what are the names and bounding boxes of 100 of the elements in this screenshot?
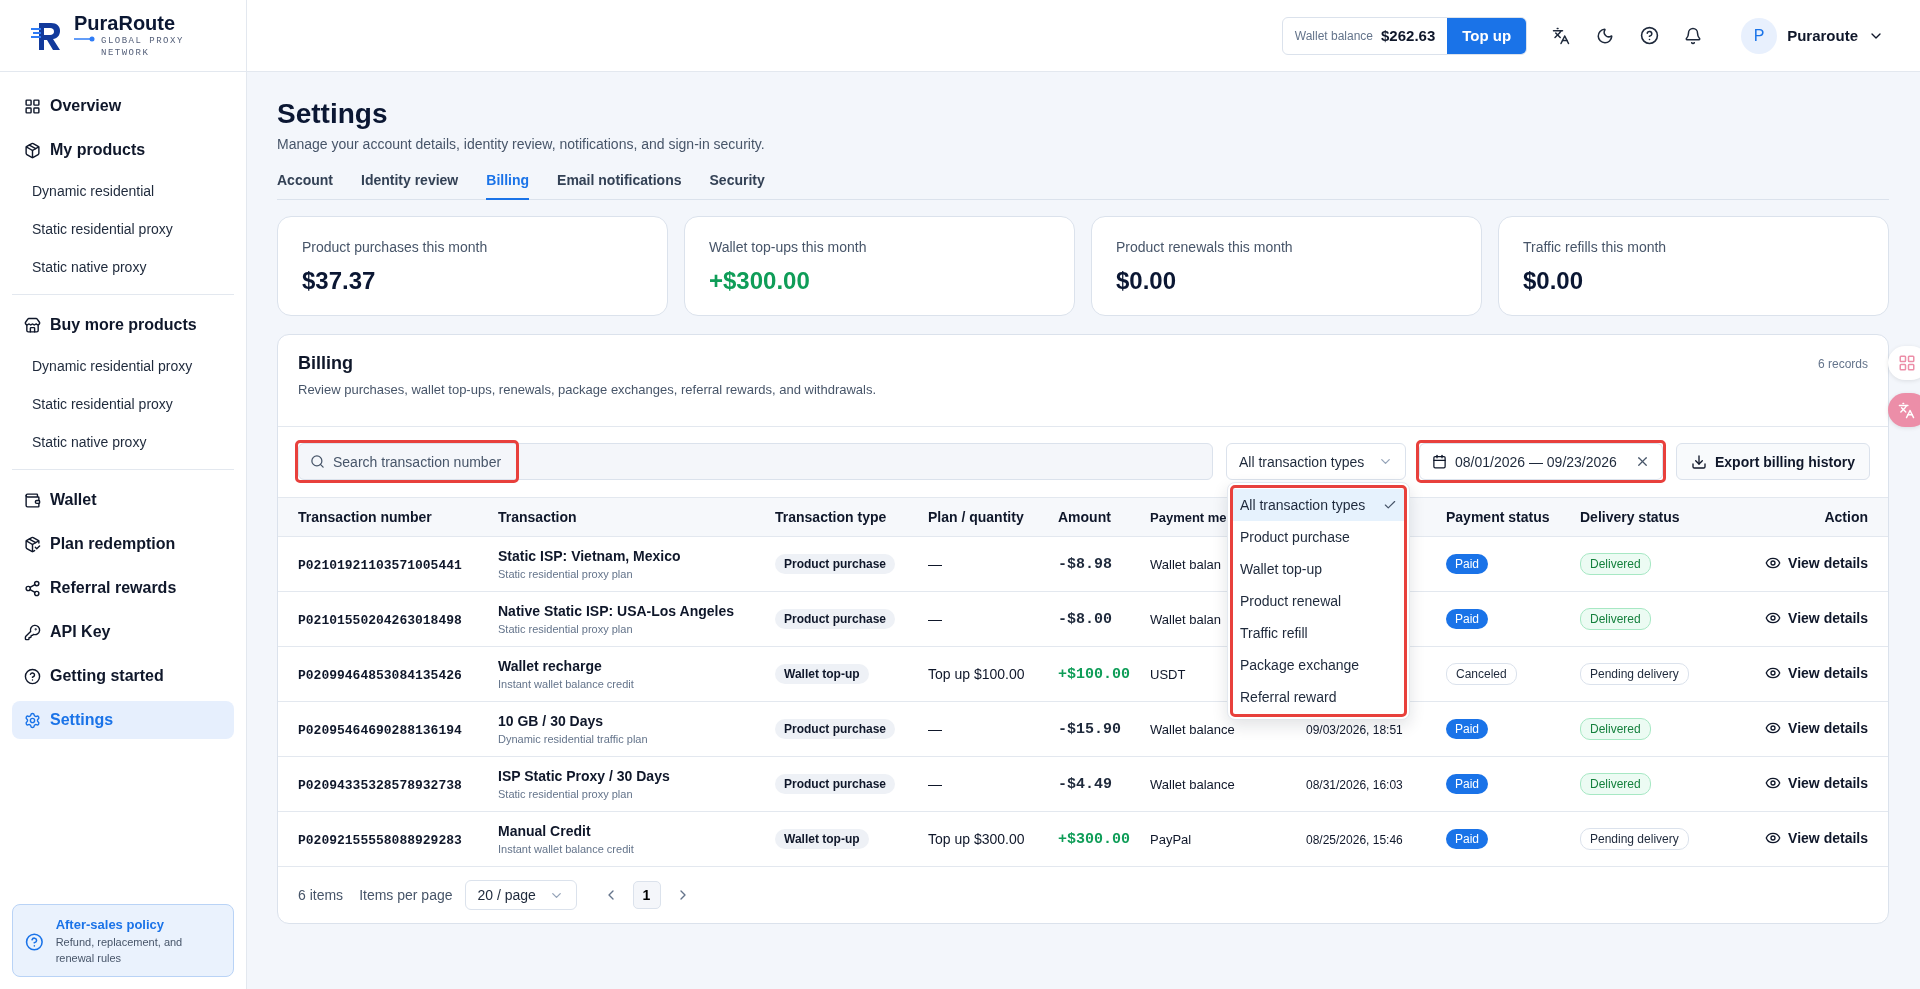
- view-details-button[interactable]: View details: [1765, 774, 1868, 791]
- page-button[interactable]: 1: [632, 881, 661, 909]
- view-details-button[interactable]: View details: [1765, 609, 1868, 626]
- payment-status-tag: Paid: [1446, 719, 1489, 739]
- nav-item[interactable]: Getting started: [12, 657, 234, 695]
- dropdown-option[interactable]: All transaction types: [1232, 489, 1405, 521]
- moon-icon: [1596, 26, 1615, 45]
- nav-icon: [24, 535, 41, 553]
- search-icon: [310, 454, 325, 469]
- payment-status-tag: Paid: [1446, 829, 1489, 849]
- avatar: P: [1741, 17, 1778, 54]
- plan-quantity: —: [928, 776, 942, 792]
- transaction-number: P02099464853084135426: [298, 667, 462, 683]
- wallet-amount: $262.63: [1381, 27, 1437, 44]
- nav-icon: [24, 316, 41, 334]
- transaction-number: P02101550204263018498: [298, 612, 462, 628]
- dropdown-option[interactable]: Referral reward: [1232, 681, 1405, 713]
- nav-item[interactable]: Settings: [12, 701, 234, 739]
- nav-item[interactable]: API Key: [12, 613, 234, 651]
- delivery-status-tag: Pending delivery: [1580, 828, 1689, 850]
- nav-subitem[interactable]: Static native proxy: [12, 248, 234, 286]
- nav-subitem[interactable]: Static residential proxy: [12, 385, 234, 423]
- tab[interactable]: Identity review: [361, 172, 459, 200]
- payment-method: Wallet balance: [1150, 777, 1235, 792]
- stat-label: Wallet top-ups this month: [709, 239, 868, 255]
- dropdown-option[interactable]: Wallet top-up: [1232, 553, 1405, 585]
- nav-subitem[interactable]: Dynamic residential: [12, 172, 234, 210]
- amount: +$100.00: [1058, 666, 1130, 683]
- transaction-title: ISP Static Proxy / 30 Days: [498, 768, 671, 784]
- user-menu-button[interactable]: P Puraroute: [1735, 16, 1890, 55]
- payment-method: Wallet balance: [1150, 722, 1235, 737]
- transaction-subtitle: Dynamic residential traffic plan: [498, 733, 649, 745]
- calendar-icon: [1432, 454, 1447, 469]
- clear-icon[interactable]: [1635, 454, 1650, 469]
- view-details-button[interactable]: View details: [1765, 664, 1868, 681]
- transaction-title: Static ISP: Vietnam, Mexico: [498, 548, 682, 564]
- view-details-button[interactable]: View details: [1765, 829, 1868, 846]
- stat-label: Traffic refills this month: [1523, 239, 1668, 255]
- column-header: Plan / quantity: [908, 497, 1038, 537]
- nav-subitem[interactable]: Dynamic residential proxy: [12, 347, 234, 385]
- date-range-value: 08/01/2026 — 09/23/2026: [1455, 453, 1618, 470]
- nav-item[interactable]: Buy more products: [12, 306, 234, 344]
- type-filter-select[interactable]: All transaction types: [1226, 443, 1406, 480]
- transaction-title: Native Static ISP: USA-Los Angeles: [498, 603, 735, 619]
- transaction-type-tag: Wallet top-up: [775, 664, 869, 684]
- top-up-button[interactable]: Top up: [1447, 17, 1527, 54]
- column-header: Delivery status: [1560, 497, 1724, 537]
- transaction-type-tag: Wallet top-up: [775, 829, 869, 849]
- date-range-field[interactable]: 08/01/2026 — 09/23/2026: [1419, 443, 1663, 480]
- payment-status-tag: Canceled: [1446, 663, 1517, 685]
- after-sales-card[interactable]: After-sales policy Refund, replacement, and renewal rules: [12, 904, 234, 977]
- transaction-subtitle: Static residential proxy plan: [498, 568, 634, 580]
- transaction-subtitle: Static residential proxy plan: [498, 788, 634, 800]
- nav-item[interactable]: Referral rewards: [12, 569, 234, 607]
- tab[interactable]: Account: [277, 172, 333, 200]
- transaction-type-tag: Product purchase: [775, 554, 896, 574]
- nav-icon: [24, 623, 41, 641]
- transaction-type-tag: Product purchase: [775, 719, 896, 739]
- nav-item[interactable]: My products: [12, 131, 234, 169]
- plan-quantity: —: [928, 556, 942, 572]
- tab[interactable]: Billing: [486, 172, 530, 200]
- amount: +$300.00: [1058, 831, 1130, 848]
- nav-icon: [24, 579, 41, 597]
- view-details-button[interactable]: View details: [1765, 719, 1868, 736]
- dropdown-option[interactable]: Traffic refill: [1232, 617, 1405, 649]
- nav-subitem[interactable]: Static residential proxy: [12, 210, 234, 248]
- stat-label: Product renewals this month: [1116, 239, 1294, 255]
- plan-quantity: —: [928, 611, 942, 627]
- plan-quantity: —: [928, 721, 942, 737]
- column-header: Transaction: [478, 497, 755, 537]
- page-title: Settings: [277, 98, 389, 130]
- transaction-subtitle: Static residential proxy plan: [498, 623, 634, 635]
- help-icon: [25, 930, 44, 953]
- nav-icon: [24, 491, 41, 509]
- stat-value: $0.00: [1116, 267, 1178, 295]
- tab[interactable]: Security: [709, 172, 765, 200]
- nav-item[interactable]: Wallet: [12, 481, 234, 519]
- dropdown-option[interactable]: Package exchange: [1232, 649, 1405, 681]
- nav-item[interactable]: Plan redemption: [12, 525, 234, 563]
- payment-method: Wallet balan: [1150, 557, 1222, 572]
- column-header: Action: [1724, 497, 1888, 537]
- nav-item[interactable]: Overview: [12, 87, 234, 125]
- search-field[interactable]: Search transaction number: [298, 443, 1213, 480]
- nav-subitem[interactable]: Static native proxy: [12, 423, 234, 461]
- export-button[interactable]: Export billing history: [1676, 443, 1870, 480]
- payment-status-tag: Paid: [1446, 609, 1489, 629]
- card-title: Billing: [298, 353, 354, 374]
- amount: -$4.49: [1058, 776, 1112, 793]
- after-sales-title: After-sales policy: [55, 917, 166, 932]
- transaction-number: P02095464690288136194: [298, 722, 462, 738]
- column-header: Transaction type: [755, 497, 908, 537]
- page-size-select[interactable]: 20 / page: [464, 880, 577, 910]
- tab[interactable]: Email notifications: [557, 172, 682, 200]
- transaction-type-tag: Product purchase: [775, 774, 896, 794]
- plan-quantity: Top up $100.00: [928, 666, 1025, 682]
- dropdown-option[interactable]: Product renewal: [1232, 585, 1405, 617]
- view-details-button[interactable]: View details: [1765, 554, 1868, 571]
- delivery-status-tag: Delivered: [1580, 773, 1651, 795]
- payment-status-tag: Paid: [1446, 554, 1489, 574]
- delivery-status-tag: Delivered: [1580, 608, 1651, 630]
